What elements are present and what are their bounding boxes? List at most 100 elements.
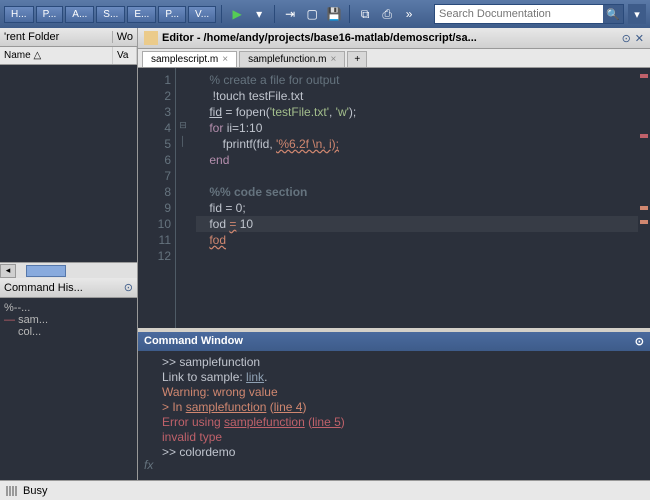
scroll-left-icon[interactable]: ◂ xyxy=(0,264,16,278)
ribbon-tab-view[interactable]: V... xyxy=(188,6,216,23)
ribbon-tab-plots[interactable]: P... xyxy=(36,6,64,23)
history-item[interactable]: — sam... xyxy=(4,314,133,326)
left-column: 'rent Folder Wo Name △ Va ◂ Command His.… xyxy=(0,28,138,480)
history-item[interactable]: col... xyxy=(4,326,133,338)
history-body[interactable]: %--... — sam... col... xyxy=(0,298,137,480)
copy-icon[interactable]: ⧉ xyxy=(355,4,375,24)
link[interactable]: link xyxy=(246,370,264,384)
line-number: 10 xyxy=(138,216,171,232)
main-area: 'rent Folder Wo Name △ Va ◂ Command His.… xyxy=(0,28,650,480)
ribbon-tab-publish[interactable]: P... xyxy=(158,6,186,23)
panel-menu-icon[interactable]: ⊙ xyxy=(124,281,133,294)
panel-title: Command His... xyxy=(4,282,124,294)
ribbon-tab-shortcuts[interactable]: S... xyxy=(96,6,125,23)
file-icon xyxy=(144,31,158,45)
new-tab-button[interactable]: + xyxy=(347,51,367,67)
horizontal-scrollbar[interactable]: ◂ xyxy=(0,262,137,278)
ribbon-tab-apps[interactable]: A... xyxy=(65,6,94,23)
right-column: Editor - /home/andy/projects/base16-matl… xyxy=(138,28,650,480)
step-icon[interactable]: ⇥ xyxy=(280,4,300,24)
link[interactable]: line 5 xyxy=(312,415,341,429)
fold-gutter: ⊟ │ xyxy=(176,68,190,328)
command-window-body[interactable]: fx >> samplefunction Link to sample: lin… xyxy=(138,351,650,480)
editor-body: 1 2 3 4 5 6 7 8 9 10 11 12 ⊟ │ xyxy=(138,68,650,328)
search-icon[interactable]: 🔍 xyxy=(603,5,623,23)
line-number: 2 xyxy=(138,88,171,104)
current-folder-panel: 'rent Folder Wo Name △ Va ◂ xyxy=(0,28,137,278)
more-icon[interactable]: » xyxy=(399,4,419,24)
code-line: end xyxy=(196,152,638,168)
toolbar-dropdown-icon[interactable]: ▾ xyxy=(628,4,646,24)
panel-title: 'rent Folder xyxy=(4,31,112,43)
line-number: 12 xyxy=(138,248,171,264)
cmd-line: >> colordemo xyxy=(162,445,644,460)
tab-label: samplescript.m xyxy=(151,54,218,65)
command-window-header: Command Window ⊙ xyxy=(138,332,650,351)
code-line: fod = 10 xyxy=(196,216,638,232)
col-name[interactable]: Name △ xyxy=(0,47,113,64)
warning-marker[interactable] xyxy=(640,220,648,224)
fx-icon[interactable]: fx xyxy=(144,355,162,476)
editor-title: Editor - /home/andy/projects/base16-matl… xyxy=(162,32,618,44)
history-item[interactable]: %--... xyxy=(4,302,133,314)
run-dropdown-icon[interactable]: ▾ xyxy=(249,4,269,24)
line-number: 8 xyxy=(138,184,171,200)
tab-label: samplefunction.m xyxy=(248,54,326,65)
line-number: 3 xyxy=(138,104,171,120)
panel-title: Command Window xyxy=(144,335,243,348)
status-bar: Busy xyxy=(0,480,650,500)
line-number: 6 xyxy=(138,152,171,168)
close-icon[interactable]: × xyxy=(330,54,336,65)
close-icon[interactable]: ✕ xyxy=(635,32,644,45)
code-line: % create a file for output xyxy=(196,72,638,88)
ribbon-tab-home[interactable]: H... xyxy=(4,6,34,23)
separator xyxy=(349,5,350,23)
error-marker[interactable] xyxy=(640,134,648,138)
line-number: 9 xyxy=(138,200,171,216)
cmd-line: > In samplefunction (line 4) xyxy=(162,400,644,415)
line-number: 4 xyxy=(138,120,171,136)
code-line: fprintf(fid, '%6.2f \n, i); xyxy=(196,136,638,152)
line-number: 1 xyxy=(138,72,171,88)
doc-icon[interactable]: ▢ xyxy=(302,4,322,24)
col-value[interactable]: Va xyxy=(113,47,137,64)
code-line: fod xyxy=(196,232,638,248)
editor-tabs: samplescript.m × samplefunction.m × + xyxy=(138,49,650,68)
code-line: for ii=1:10 xyxy=(196,120,638,136)
code-line: %% code section xyxy=(196,184,638,200)
ribbon-tab-editor[interactable]: E... xyxy=(127,6,156,23)
tab-samplefunction[interactable]: samplefunction.m × xyxy=(239,51,345,67)
separator xyxy=(274,5,275,23)
top-toolbar: H... P... A... S... E... P... V... ▶ ▾ ⇥… xyxy=(0,0,650,28)
panel-menu-icon[interactable]: ⊙ xyxy=(635,335,644,348)
cmd-line: invalid type xyxy=(162,430,644,445)
cmd-line: Error using samplefunction (line 5) xyxy=(162,415,644,430)
save-icon[interactable]: 💾 xyxy=(324,4,344,24)
workspace-tab[interactable]: Wo xyxy=(112,31,133,43)
status-text: Busy xyxy=(23,485,47,497)
close-icon[interactable]: × xyxy=(222,54,228,65)
search-input[interactable] xyxy=(435,8,603,20)
print-icon[interactable]: ⎙ xyxy=(377,4,397,24)
command-history-panel: Command His... ⊙ %--... — sam... col... xyxy=(0,278,137,480)
current-folder-header: 'rent Folder Wo xyxy=(0,28,137,47)
link[interactable]: line 4 xyxy=(274,400,303,414)
search-documentation[interactable]: 🔍 xyxy=(434,4,624,24)
link[interactable]: samplefunction xyxy=(224,415,305,429)
cmd-line: Link to sample: link. xyxy=(162,370,644,385)
code-line xyxy=(196,168,638,184)
warning-marker[interactable] xyxy=(640,206,648,210)
cmd-line: >> samplefunction xyxy=(162,355,644,370)
line-number: 7 xyxy=(138,168,171,184)
tab-samplescript[interactable]: samplescript.m × xyxy=(142,51,237,67)
panel-menu-icon[interactable]: ⊙ xyxy=(622,32,631,45)
code-line: !touch testFile.txt xyxy=(196,88,638,104)
link[interactable]: samplefunction xyxy=(186,400,267,414)
scroll-thumb[interactable] xyxy=(26,265,66,277)
line-numbers: 1 2 3 4 5 6 7 8 9 10 11 12 xyxy=(138,68,176,328)
fold-icon[interactable]: ⊟ xyxy=(176,120,190,136)
folder-listing[interactable] xyxy=(0,65,137,262)
error-marker[interactable] xyxy=(640,74,648,78)
code-area[interactable]: % create a file for output !touch testFi… xyxy=(190,68,638,328)
run-icon[interactable]: ▶ xyxy=(227,4,247,24)
